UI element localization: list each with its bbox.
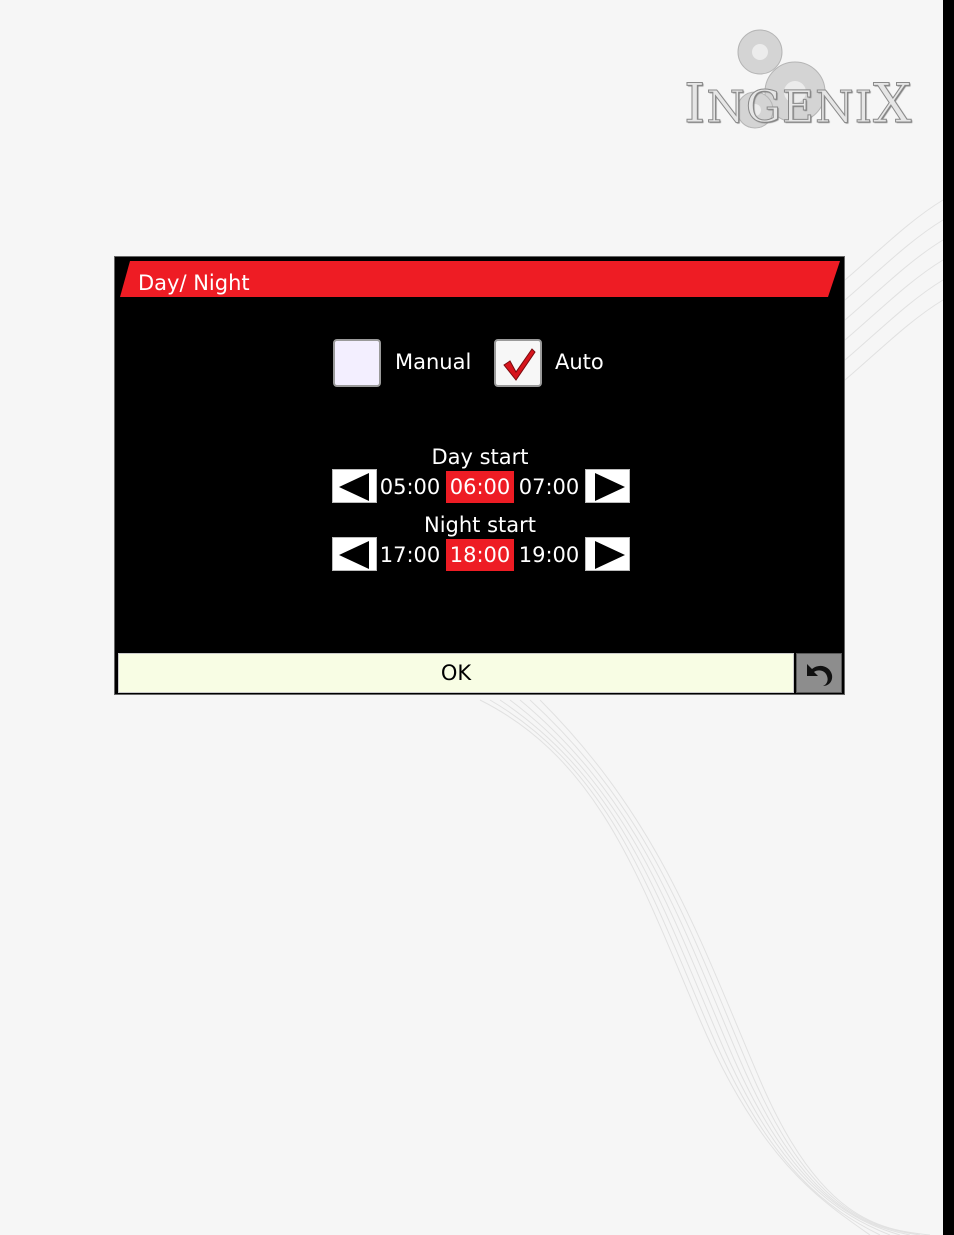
auto-checkbox[interactable] [494, 339, 542, 387]
ok-button[interactable]: OK [118, 653, 794, 693]
arrow-right-icon [595, 473, 625, 501]
arrow-left-icon [339, 541, 369, 569]
night-start-prev-time[interactable]: 17:00 [376, 539, 444, 571]
manual-checkbox[interactable] [333, 339, 381, 387]
dialog-title: Day/ Night [138, 271, 250, 295]
auto-label[interactable]: Auto [555, 350, 604, 374]
arrow-left-icon [339, 473, 369, 501]
ingenix-logo: INGENIX [680, 22, 930, 137]
dialog-titlebar: Day/ Night [120, 261, 840, 297]
right-edge-bar [943, 0, 954, 1235]
night-start-next-button[interactable] [585, 537, 630, 571]
day-start-next-time[interactable]: 07:00 [515, 471, 583, 503]
day-start-selected-time[interactable]: 06:00 [446, 471, 514, 503]
day-night-dialog: Day/ Night Manual Auto Day start 05:00 0… [114, 256, 845, 695]
undo-icon [807, 664, 833, 686]
day-start-prev-button[interactable] [332, 469, 377, 503]
night-start-next-time[interactable]: 19:00 [515, 539, 583, 571]
night-start-prev-button[interactable] [332, 537, 377, 571]
undo-button[interactable] [796, 653, 842, 693]
manual-label[interactable]: Manual [395, 350, 471, 374]
night-start-selected-time[interactable]: 18:00 [446, 539, 514, 571]
day-start-next-button[interactable] [585, 469, 630, 503]
arrow-right-icon [595, 541, 625, 569]
day-start-prev-time[interactable]: 05:00 [376, 471, 444, 503]
checkmark-icon [503, 348, 536, 381]
night-start-title: Night start [423, 513, 536, 537]
logo-wordmark: INGENIX [683, 72, 913, 136]
day-start-title: Day start [431, 445, 529, 469]
